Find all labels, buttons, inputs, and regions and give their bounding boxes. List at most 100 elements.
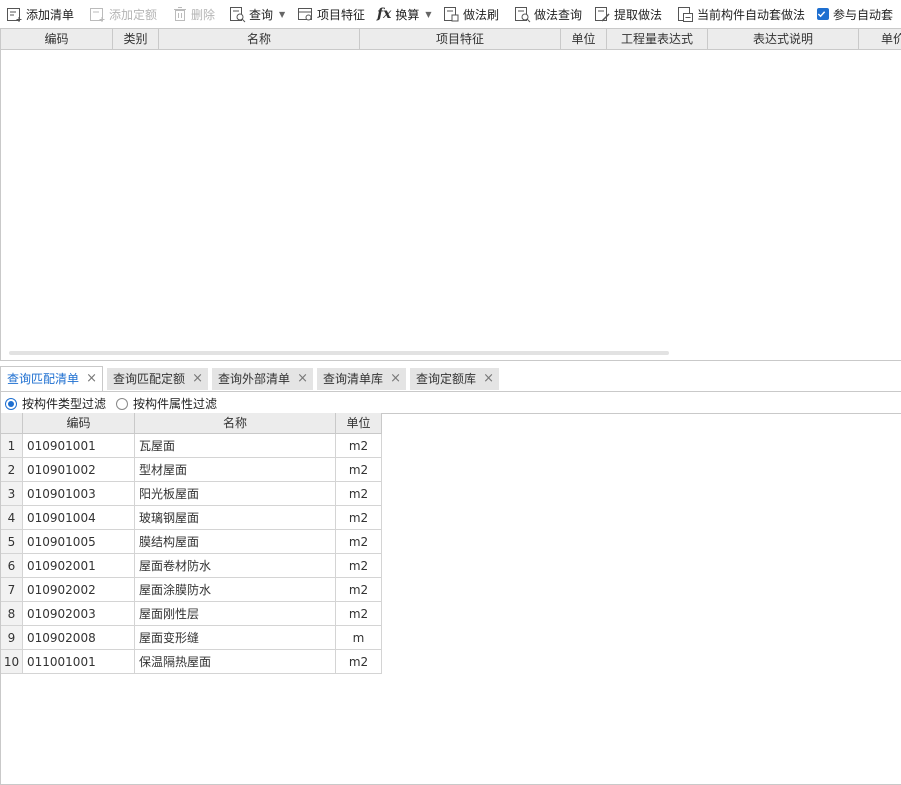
filter-by-attr-radio[interactable]: 按构件属性过滤 — [116, 395, 217, 412]
code-cell: 010902003 — [23, 602, 135, 626]
add-quota-button[interactable]: 添加定额 — [89, 0, 157, 28]
tab-external-list[interactable]: 查询外部清单 × — [212, 368, 313, 390]
unit-cell: m2 — [336, 554, 382, 578]
table-row[interactable]: 4 010901004 玻璃钢屋面 m2 — [1, 506, 382, 530]
extract-method-label: 提取做法 — [614, 7, 663, 22]
column-header[interactable]: 项目特征 — [360, 29, 561, 49]
column-header[interactable]: 表达式说明 — [708, 29, 859, 49]
convert-label: 换算 — [395, 7, 420, 22]
table-row[interactable]: 2 010901002 型材屋面 m2 — [1, 458, 382, 482]
name-cell: 阳光板屋面 — [135, 482, 336, 506]
column-header[interactable]: 名称 — [135, 413, 336, 434]
code-cell: 011001001 — [23, 650, 135, 674]
tab-label: 查询外部清单 — [218, 372, 291, 386]
column-header[interactable]: 单价 — [859, 29, 901, 49]
tab-match-list[interactable]: 查询匹配清单 × — [0, 366, 103, 391]
radio-unselected-icon[interactable] — [116, 397, 128, 410]
method-brush-button[interactable]: 做法刷 — [443, 0, 499, 28]
toolbar: 添加清单 添加定额 删除 查询 ▼ 项目特征 fx 换算 ▼ 做法刷 做法查询 … — [0, 0, 901, 28]
add-quota-icon — [90, 7, 105, 22]
tab-quota-library[interactable]: 查询定额库 × — [410, 368, 499, 390]
name-cell: 玻璃钢屋面 — [135, 506, 336, 530]
extract-method-button[interactable]: 提取做法 — [594, 0, 662, 28]
table-row[interactable]: 10 011001001 保温隔热屋面 m2 — [1, 650, 382, 674]
column-header[interactable]: 类别 — [113, 29, 159, 49]
row-number: 2 — [1, 458, 23, 482]
unit-cell: m2 — [336, 530, 382, 554]
close-icon[interactable]: × — [297, 368, 308, 390]
name-cell: 型材屋面 — [135, 458, 336, 482]
column-header[interactable]: 单位 — [336, 413, 382, 434]
add-list-icon — [7, 7, 22, 22]
name-cell: 屋面卷材防水 — [135, 554, 336, 578]
table-row[interactable]: 5 010901005 膜结构屋面 m2 — [1, 530, 382, 554]
name-cell: 屋面涂膜防水 — [135, 578, 336, 602]
tab-list-library[interactable]: 查询清单库 × — [317, 368, 406, 390]
convert-button[interactable]: fx 换算 ▼ — [377, 0, 432, 28]
unit-cell: m2 — [336, 506, 382, 530]
brush-icon — [444, 6, 459, 21]
filter-by-type-radio[interactable]: 按构件类型过滤 — [5, 395, 106, 412]
code-cell: 010902008 — [23, 626, 135, 650]
filter-bar: 按构件类型过滤 按构件属性过滤 — [1, 392, 901, 414]
query-panel: 按构件类型过滤 按构件属性过滤 编码 名称 单位 1 010901001 瓦屋面 m2… — [0, 391, 901, 785]
delete-button[interactable]: 删除 — [172, 0, 215, 28]
row-number: 1 — [1, 434, 23, 458]
table-row[interactable]: 3 010901003 阳光板屋面 m2 — [1, 482, 382, 506]
table-row[interactable]: 1 010901001 瓦屋面 m2 — [1, 434, 382, 458]
name-cell: 保温隔热屋面 — [135, 650, 336, 674]
query-icon — [230, 6, 246, 22]
filter-by-type-label: 按构件类型过滤 — [22, 397, 107, 411]
method-query-label: 做法查询 — [534, 7, 583, 22]
auto-apply-icon — [678, 6, 693, 22]
unit-cell: m2 — [336, 650, 382, 674]
table-row[interactable]: 9 010902008 屋面变形缝 m — [1, 626, 382, 650]
code-cell: 010901002 — [23, 458, 135, 482]
column-header[interactable]: 编码 — [1, 29, 113, 49]
row-number: 6 — [1, 554, 23, 578]
unit-cell: m2 — [336, 602, 382, 626]
code-cell: 010901005 — [23, 530, 135, 554]
row-number: 8 — [1, 602, 23, 626]
radio-selected-icon[interactable] — [5, 397, 17, 410]
name-cell: 屋面变形缝 — [135, 626, 336, 650]
extract-icon — [595, 6, 610, 22]
table-row[interactable]: 6 010902001 屋面卷材防水 m2 — [1, 554, 382, 578]
row-number: 7 — [1, 578, 23, 602]
row-number: 3 — [1, 482, 23, 506]
auto-participate-checkbox[interactable]: 参与自动套 — [817, 0, 893, 28]
add-list-button[interactable]: 添加清单 — [6, 0, 74, 28]
method-query-button[interactable]: 做法查询 — [514, 0, 582, 28]
chevron-down-icon[interactable]: ▼ — [425, 10, 431, 19]
unit-cell: m2 — [336, 458, 382, 482]
close-icon[interactable]: × — [390, 368, 401, 390]
column-header[interactable]: 工程量表达式 — [607, 29, 708, 49]
tab-label: 查询匹配定额 — [113, 372, 186, 386]
query-label: 查询 — [249, 7, 274, 22]
tab-match-quota[interactable]: 查询匹配定额 × — [107, 368, 208, 390]
unit-cell: m — [336, 626, 382, 650]
row-number: 9 — [1, 626, 23, 650]
fx-icon: fx — [377, 6, 392, 22]
trash-icon — [174, 7, 186, 21]
filter-by-attr-label: 按构件属性过滤 — [133, 397, 218, 411]
query-button[interactable]: 查询 ▼ — [229, 0, 285, 28]
table-row[interactable]: 8 010902003 屋面刚性层 m2 — [1, 602, 382, 626]
row-number: 4 — [1, 506, 23, 530]
method-query-icon — [515, 6, 531, 22]
chevron-down-icon[interactable]: ▼ — [279, 10, 285, 19]
item-feature-button[interactable]: 项目特征 — [297, 0, 365, 28]
horizontal-scrollbar[interactable] — [9, 351, 669, 355]
checkbox-checked-icon[interactable] — [817, 8, 829, 20]
row-number: 10 — [1, 650, 23, 674]
column-header[interactable]: 单位 — [561, 29, 607, 49]
column-header[interactable]: 编码 — [23, 413, 135, 434]
auto-apply-label: 当前构件自动套做法 — [697, 7, 806, 22]
close-icon[interactable]: × — [483, 368, 494, 390]
close-icon[interactable]: × — [86, 367, 97, 391]
list-table: 编码 类别 名称 项目特征 单位 工程量表达式 表达式说明 单价 — [0, 28, 901, 361]
auto-apply-button[interactable]: 当前构件自动套做法 — [677, 0, 805, 28]
table-row[interactable]: 7 010902002 屋面涂膜防水 m2 — [1, 578, 382, 602]
column-header[interactable]: 名称 — [159, 29, 360, 49]
close-icon[interactable]: × — [192, 368, 203, 390]
